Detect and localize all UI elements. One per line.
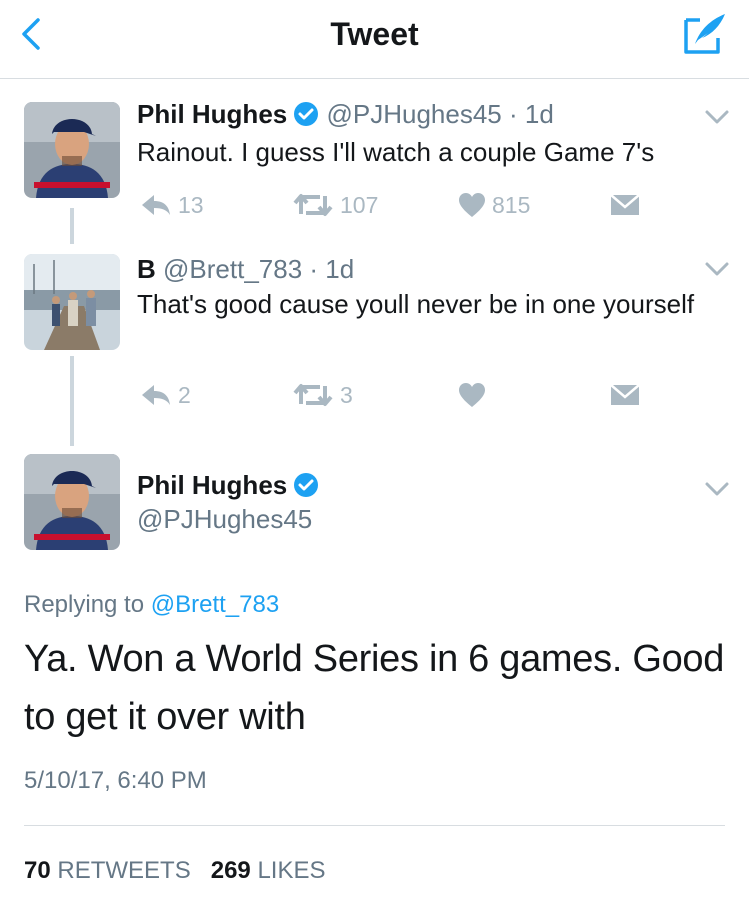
reply-button[interactable]: 2 [140,380,191,410]
verified-badge-icon [294,102,319,126]
tweet-time: · 1d [309,254,355,284]
avatar-image [24,454,120,550]
reply-button[interactable]: 13 [140,190,204,220]
tweet-time: · 1d [509,99,554,129]
divider [24,825,725,826]
author-name[interactable]: Phil Hughes [137,470,287,500]
retweet-icon [293,194,333,216]
compose-icon[interactable] [682,10,728,56]
retweet-button[interactable]: 3 [292,380,353,410]
retweets-count: 70 [24,857,51,884]
author-handle[interactable]: @PJHughes45 [137,504,312,534]
tweet-text: That's good cause youll never be in one … [137,289,695,319]
replying-to-label: Replying to [24,591,145,618]
like-count: 815 [492,191,531,218]
tweet-actions: 2 3 [140,380,660,410]
author-handle[interactable]: @PJHughes45 [326,99,501,129]
verified-badge-icon [294,473,319,497]
tweet-header: Phil Hughes @PJHughes45 · 1d [137,99,554,130]
author-name[interactable]: Phil Hughes [137,99,287,129]
dm-envelope-icon [610,384,640,405]
tweet-actions: 13 107 815 [140,190,660,220]
page-title: Tweet [330,16,419,52]
reply-count: 2 [178,381,191,408]
retweet-count: 3 [340,381,353,408]
like-button[interactable] [458,380,492,410]
retweets-stat[interactable]: 70 RETWEETS [24,857,191,884]
dm-button[interactable] [610,380,640,410]
tweet-header: B @Brett_783 · 1d [137,254,354,285]
author-name[interactable]: B [137,254,156,284]
likes-count: 269 [210,857,251,884]
likes-label: LIKES [257,857,326,884]
reply-icon [142,385,170,405]
tweet-text: Rainout. I guess I'll watch a couple Gam… [137,137,655,167]
main-tweet-handle-row: @PJHughes45 [137,504,312,535]
author-handle[interactable]: @Brett_783 [163,254,302,284]
avatar-phil-hughes[interactable] [24,102,120,198]
avatar-image [24,102,120,198]
retweet-button[interactable]: 107 [292,190,378,220]
replying-to-handle[interactable]: @Brett_783 [151,591,279,618]
avatar-image [24,254,120,350]
retweet-count: 107 [340,191,379,218]
reply-count: 13 [178,191,204,218]
dm-envelope-icon [610,194,640,215]
like-button[interactable]: 815 [458,190,530,220]
reply-icon [142,195,170,215]
thread-line [70,208,74,244]
main-tweet-text: Ya. Won a World Series in 6 games. Good … [24,638,725,738]
avatar-brett[interactable] [24,254,120,350]
tweet-timestamp: 5/10/17, 6:40 PM [24,767,207,794]
likes-stat[interactable]: 269 LIKES [211,857,326,884]
chevron-down-icon[interactable] [704,260,730,278]
engagement-stats: 70 RETWEETS 269 LIKES [24,857,326,885]
heart-icon [459,383,485,407]
main-tweet-author: Phil Hughes [137,470,319,501]
replying-to: Replying to @Brett_783 [24,591,279,619]
chevron-down-icon[interactable] [704,108,730,126]
thread-line [70,356,74,446]
heart-icon [459,193,485,217]
nav-bar: Tweet [0,0,749,79]
retweet-icon [293,384,333,406]
avatar-phil-hughes[interactable] [24,454,120,550]
dm-button[interactable] [610,190,640,220]
chevron-down-icon[interactable] [704,480,730,498]
retweets-label: RETWEETS [57,857,191,884]
